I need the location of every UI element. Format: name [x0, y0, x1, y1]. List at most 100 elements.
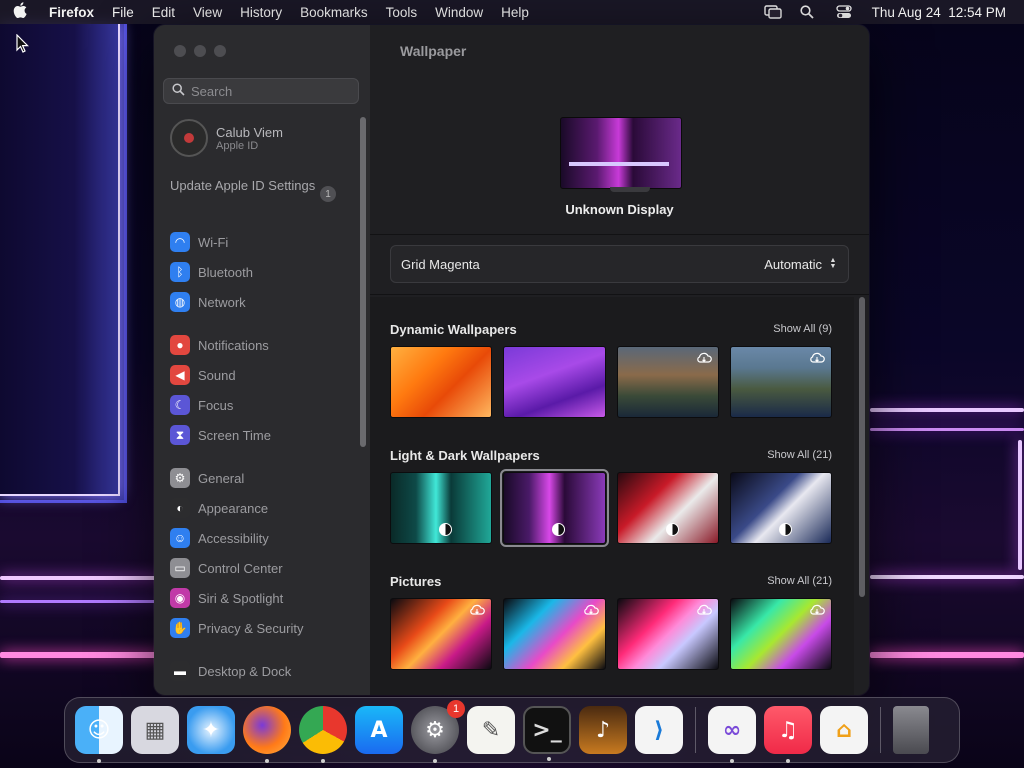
show-all-button[interactable]: Show All (9) [773, 323, 832, 335]
finder-icon[interactable]: ☺ [75, 706, 123, 763]
globe-icon: ◍ [170, 292, 190, 312]
dock-app-glyph: ∞ [722, 717, 742, 743]
sidebar-item-label: Sound [198, 367, 236, 383]
sidebar-item-wi-fi[interactable]: ◠ Wi-Fi [170, 231, 228, 253]
running-indicator [433, 759, 437, 763]
sidebar-item-label: General [198, 470, 245, 486]
running-indicator [786, 759, 790, 763]
wallpaper-thumbnail[interactable] [616, 472, 719, 544]
bluetooth-icon: ᛒ [170, 262, 190, 282]
garageband-icon[interactable]: ♪ [579, 706, 627, 754]
sidebar-item-bluetooth[interactable]: ᛒ Bluetooth [170, 261, 253, 283]
download-cloud-icon [809, 351, 825, 363]
show-all-button[interactable]: Show All (21) [767, 575, 832, 587]
sidebar-search[interactable]: Search [163, 78, 359, 104]
trash-icon[interactable] [893, 706, 929, 754]
minimize-button[interactable] [194, 45, 206, 57]
sidebar-item-general[interactable]: ⚙ General [170, 467, 244, 489]
sidebar-item-notifications[interactable]: ● Notifications [170, 334, 269, 356]
sidebar-item-label: Appearance [198, 500, 269, 516]
menu-clock[interactable]: Thu Aug 24 12:54 PM [872, 5, 1006, 20]
wallpaper-thumbnail[interactable] [390, 598, 493, 670]
gallery-scrollbar[interactable] [859, 297, 865, 597]
download-cloud-icon [809, 603, 825, 615]
menu-view[interactable]: View [184, 5, 231, 20]
wallpaper-thumbnail[interactable] [390, 346, 493, 418]
sidebar-item-siri-spotlight[interactable]: ◉ Siri & Spotlight [170, 587, 283, 609]
download-cloud-icon [696, 351, 712, 363]
wallpaper-thumbnail[interactable] [616, 346, 719, 418]
screen-mirroring-icon[interactable] [763, 5, 782, 19]
music-icon[interactable]: ♫ [764, 706, 812, 763]
sidebar-item-label: Focus [198, 397, 234, 413]
menu-app-name[interactable]: Firefox [40, 5, 103, 20]
firefox-icon[interactable] [243, 706, 291, 763]
terminal-icon[interactable]: >_ [523, 706, 571, 761]
dock-icon: ▬ [170, 661, 190, 681]
chrome-icon[interactable] [299, 706, 347, 763]
control-center-icon: ▭ [170, 558, 190, 578]
sidebar-item-label: Screen Time [198, 427, 271, 443]
wallpaper-mode-select[interactable]: Automatic ▲ ▼ [764, 257, 838, 272]
sidebar-item-network[interactable]: ◍ Network [170, 291, 246, 313]
wallpaper-mode-value: Automatic [764, 256, 822, 272]
launchpad-icon[interactable]: ▦ [131, 706, 179, 754]
sidebar-item-desktop-dock[interactable]: ▬ Desktop & Dock [170, 660, 291, 682]
home-icon[interactable]: ⌂ [820, 706, 868, 754]
control-center-icon[interactable] [836, 5, 854, 19]
textedit-icon[interactable]: ✎ [467, 706, 515, 754]
update-apple-id-settings[interactable]: Update Apple ID Settings [170, 178, 340, 194]
visual-studio-icon[interactable]: ∞ [708, 706, 756, 763]
wallpaper-thumbnail[interactable] [616, 598, 719, 670]
menu-tools[interactable]: Tools [377, 5, 427, 20]
sidebar-item-sound[interactable]: ◀ Sound [170, 364, 236, 386]
divider [370, 294, 869, 295]
apple-menu-icon[interactable] [0, 2, 40, 22]
running-indicator [730, 759, 734, 763]
light-dark-icon [778, 523, 792, 536]
appearance-icon: ◐ [170, 498, 190, 518]
sidebar-item-control-center[interactable]: ▭ Control Center [170, 557, 283, 579]
close-button[interactable] [174, 45, 186, 57]
light-dark-icon [665, 523, 679, 536]
wallpaper-thumbnail[interactable] [390, 472, 493, 544]
wallpaper-thumbnail[interactable] [503, 598, 606, 670]
wallpaper-thumbnail-selected[interactable] [500, 469, 609, 547]
sidebar-item-privacy-security[interactable]: ✋ Privacy & Security [170, 617, 303, 639]
wallpaper-thumbnail[interactable] [729, 346, 832, 418]
zoom-button[interactable] [214, 45, 226, 57]
sidebar-item-screen-time[interactable]: ⧗ Screen Time [170, 424, 271, 446]
sidebar-item-label: Control Center [198, 560, 283, 576]
sidebar-item-label: Wi-Fi [198, 234, 229, 250]
moon-icon: ☾ [170, 395, 190, 415]
hand-icon: ✋ [170, 618, 190, 638]
wallpaper-thumbnail[interactable] [729, 472, 832, 544]
sidebar-item-accessibility[interactable]: ☺ Accessibility [170, 527, 269, 549]
window-controls [174, 45, 226, 57]
menu-window[interactable]: Window [426, 5, 492, 20]
running-indicator [547, 757, 551, 761]
running-indicator [97, 759, 101, 763]
sidebar-item-label: Bluetooth [198, 264, 253, 280]
vscode-icon[interactable]: ⟩ [635, 706, 683, 754]
wallpaper-thumbnail[interactable] [503, 346, 606, 418]
sidebar-scrollbar[interactable] [360, 117, 366, 447]
menu-file[interactable]: File [103, 5, 143, 20]
wallpaper-thumbnail[interactable] [729, 598, 832, 670]
safari-icon[interactable]: ✦ [187, 706, 235, 754]
show-all-button[interactable]: Show All (21) [767, 449, 832, 461]
menu-help[interactable]: Help [492, 5, 538, 20]
sidebar-item-appearance[interactable]: ◐ Appearance [170, 497, 268, 519]
up-down-chevron-icon: ▲ ▼ [829, 257, 837, 270]
system-settings-icon[interactable]: ⚙ 1 [411, 700, 465, 763]
apple-id-profile[interactable]: Calub Viem Apple ID [170, 119, 283, 157]
spotlight-search-icon[interactable] [800, 5, 818, 19]
app-store-icon[interactable]: A [355, 706, 403, 754]
menu-edit[interactable]: Edit [143, 5, 184, 20]
dock-separator [695, 707, 696, 753]
sidebar-item-label: Accessibility [198, 530, 269, 546]
menu-bookmarks[interactable]: Bookmarks [291, 5, 377, 20]
divider [370, 234, 869, 235]
menu-history[interactable]: History [231, 5, 291, 20]
sidebar-item-focus[interactable]: ☾ Focus [170, 394, 233, 416]
